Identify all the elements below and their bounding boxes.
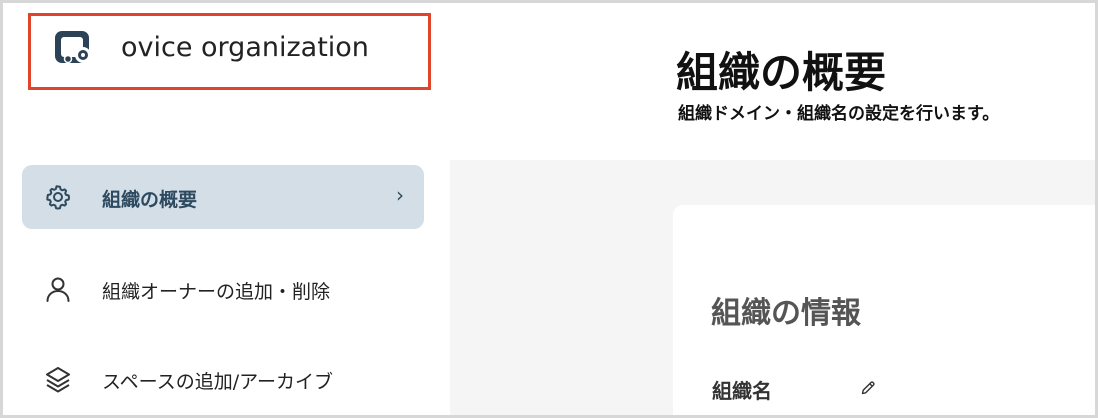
chevron-right-icon: › bbox=[396, 183, 404, 207]
organization-header[interactable]: ovice organization bbox=[28, 13, 431, 90]
sidebar-item-spaces[interactable]: スペースの追加/アーカイブ bbox=[22, 347, 424, 411]
card-title: 組織の情報 bbox=[711, 296, 861, 331]
organization-name-label: 組織名 bbox=[712, 379, 772, 403]
app-window: ovice organization 組織の概要 組織ドメイン・組織名の設定を行… bbox=[0, 0, 1098, 418]
sidebar-item-label: スペースの追加/アーカイブ bbox=[102, 371, 333, 393]
pencil-icon[interactable] bbox=[860, 380, 876, 396]
organization-name: ovice organization bbox=[121, 32, 369, 63]
page-title: 組織の概要 bbox=[676, 48, 887, 97]
sidebar-item-label: 組織の概要 bbox=[102, 189, 198, 211]
sidebar-item-owners[interactable]: 組織オーナーの追加・削除 bbox=[22, 257, 424, 321]
sidebar-item-overview[interactable]: 組織の概要 › bbox=[22, 165, 424, 229]
layers-icon bbox=[46, 367, 70, 393]
page-subtitle: 組織ドメイン・組織名の設定を行います。 bbox=[678, 104, 1000, 124]
gear-icon bbox=[46, 185, 70, 210]
person-icon bbox=[46, 277, 70, 302]
organization-logo-icon bbox=[55, 31, 91, 64]
sidebar-item-label: 組織オーナーの追加・削除 bbox=[102, 281, 331, 303]
